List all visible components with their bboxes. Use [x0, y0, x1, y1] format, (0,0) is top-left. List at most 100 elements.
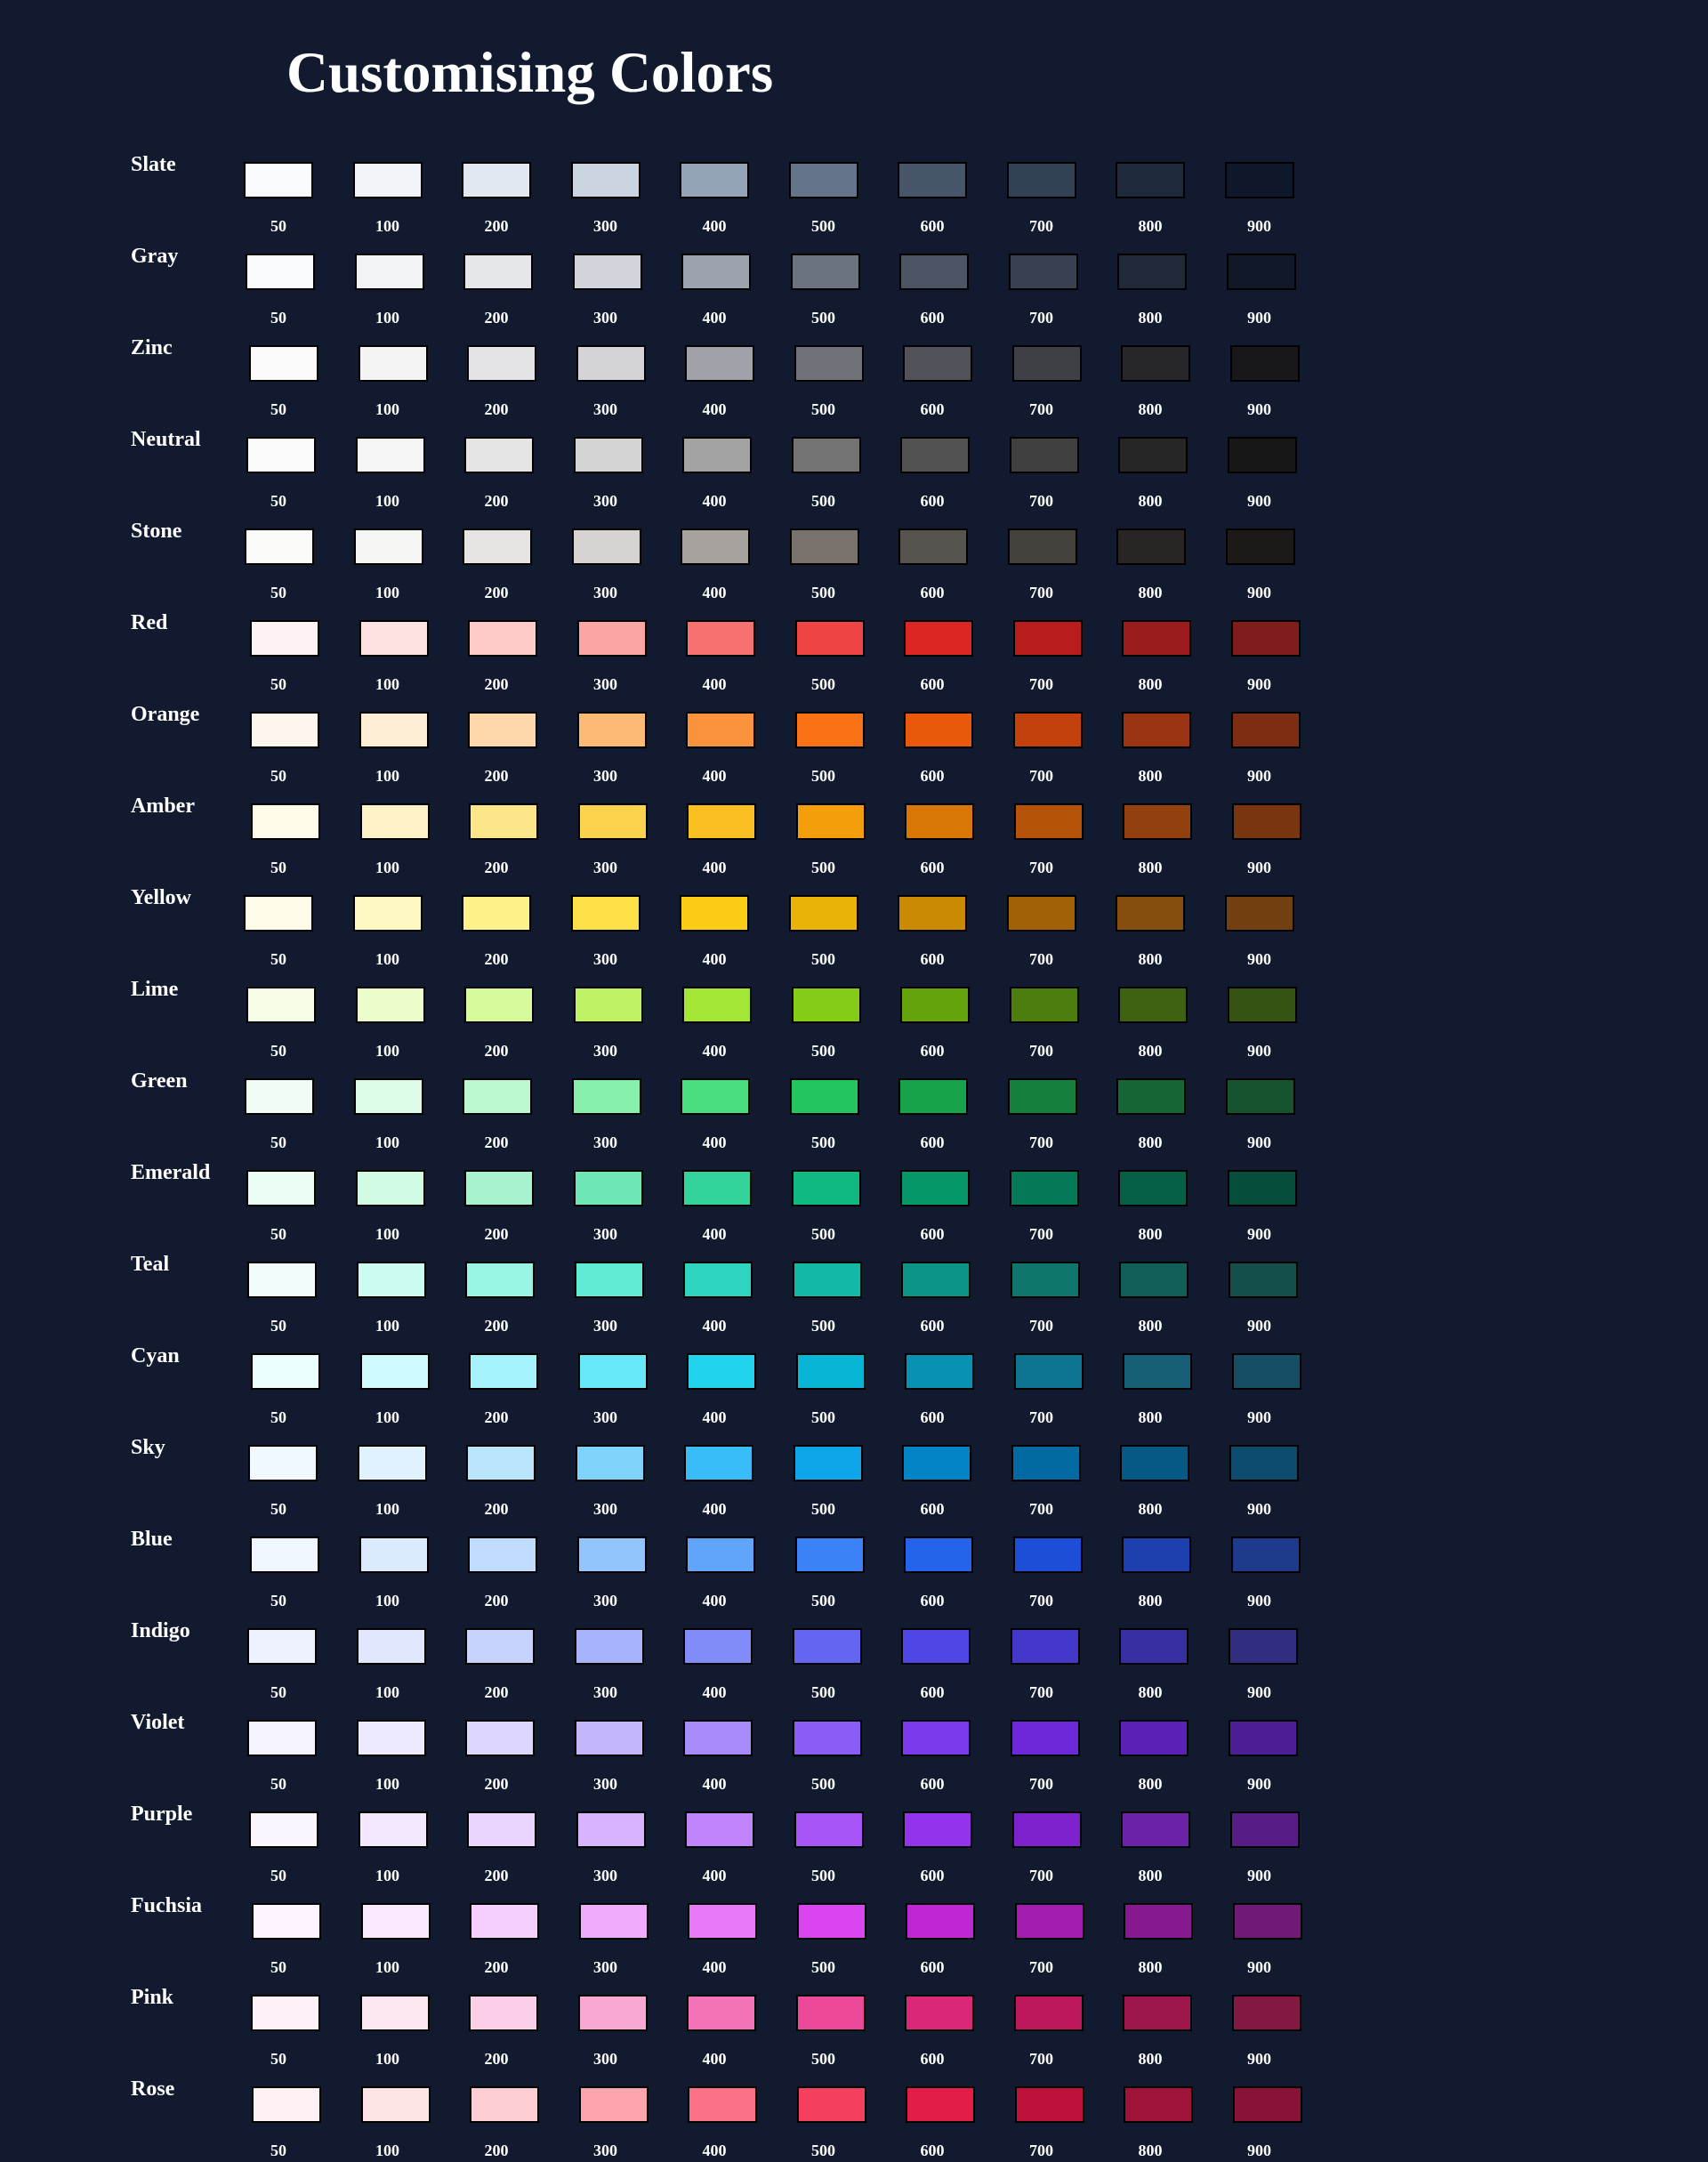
- color-swatch: [792, 1720, 862, 1756]
- shade-cell: 400: [681, 254, 751, 343]
- shade-cell: 900: [1230, 620, 1301, 709]
- palette-row-cyan: Cyan 50 100 200 300 400 500 600 700 800 900: [0, 1343, 1334, 1434]
- shade-label: 500: [811, 1958, 835, 1976]
- shade-label: 600: [920, 1133, 945, 1151]
- shade-cell: 200: [469, 1353, 538, 1442]
- palette-name: Sky: [131, 1436, 165, 1459]
- palette-name: Rose: [131, 2077, 175, 2101]
- color-swatch: [355, 437, 425, 473]
- shade-label: 700: [1029, 1683, 1053, 1701]
- shade-label: 100: [375, 584, 399, 601]
- shade-cell: 700: [1009, 1170, 1079, 1259]
- shade-label: 800: [1138, 1592, 1163, 1609]
- shade-cell: 300: [570, 895, 640, 984]
- shade-label: 200: [484, 492, 509, 510]
- shade-label: 200: [484, 1133, 509, 1151]
- palette-name: Emerald: [131, 1161, 211, 1184]
- shade-cell: 400: [682, 437, 752, 526]
- shade-label: 900: [1247, 1683, 1271, 1701]
- shade-label: 100: [375, 2050, 399, 2068]
- color-swatch: [252, 2086, 321, 2123]
- color-swatch: [249, 345, 318, 382]
- shade-cell: 900: [1224, 162, 1294, 251]
- shade-cell: 500: [794, 620, 865, 709]
- color-swatch: [1123, 1353, 1192, 1390]
- color-swatch: [246, 254, 315, 290]
- color-swatch: [1231, 803, 1301, 840]
- color-swatch: [901, 1720, 971, 1756]
- shade-cell: 200: [464, 987, 534, 1076]
- color-swatch: [681, 1078, 750, 1115]
- color-swatch: [1230, 712, 1301, 748]
- color-swatch: [899, 254, 969, 290]
- shade-label: 900: [1247, 400, 1271, 418]
- palette-row-yellow: Yellow 50 100 200 300 400 500 600 700 800 900: [0, 884, 1334, 976]
- shade-cell: 600: [898, 1078, 968, 1167]
- color-swatch: [250, 712, 319, 748]
- palette-row-lime: Lime 50 100 200 300 400 500 600 700 800 900: [0, 976, 1334, 1068]
- shade-cell: 500: [788, 895, 858, 984]
- color-swatch: [470, 1903, 539, 1940]
- shade-label: 100: [375, 767, 399, 785]
- color-swatch: [1013, 803, 1084, 840]
- shade-label: 600: [920, 1958, 945, 1976]
- color-swatch: [789, 528, 859, 565]
- shade-cell: 300: [576, 712, 647, 801]
- color-swatch: [1011, 1445, 1081, 1481]
- shade-label: 600: [920, 1317, 945, 1335]
- color-swatch: [251, 1995, 320, 2031]
- shade-cell: 800: [1116, 895, 1185, 984]
- color-swatch: [900, 987, 970, 1023]
- shade-cell: 100: [360, 2086, 431, 2162]
- shade-cell: 50: [247, 1262, 317, 1351]
- shade-label: 700: [1029, 1042, 1053, 1060]
- color-swatch: [571, 528, 641, 565]
- shade-cell: 500: [794, 1537, 865, 1626]
- color-swatch: [796, 2086, 866, 2123]
- palette-name: Orange: [131, 703, 200, 726]
- color-swatch: [680, 162, 749, 198]
- shade-label: 900: [1247, 492, 1271, 510]
- shade-label: 50: [270, 1683, 286, 1701]
- shade-cell: 200: [463, 254, 533, 343]
- color-swatch: [1228, 1262, 1298, 1298]
- shade-cell: 500: [794, 1811, 864, 1900]
- color-swatch: [465, 1628, 535, 1665]
- shade-label: 50: [270, 1225, 286, 1243]
- shade-label: 400: [702, 1225, 727, 1243]
- shade-label: 200: [484, 1225, 509, 1243]
- shade-label: 400: [702, 950, 727, 968]
- shade-label: 600: [920, 400, 945, 418]
- shade-cell: 800: [1124, 2086, 1193, 2162]
- shade-cell: 800: [1117, 254, 1187, 343]
- palette-name: Green: [131, 1069, 188, 1093]
- shade-cell: 100: [352, 895, 423, 984]
- shade-label: 400: [702, 584, 727, 601]
- color-swatch: [1229, 345, 1300, 382]
- color-swatch: [573, 987, 643, 1023]
- color-swatch: [359, 712, 429, 748]
- shade-cell: 500: [790, 254, 860, 343]
- color-swatch: [464, 437, 534, 473]
- shade-label: 800: [1138, 309, 1163, 327]
- color-swatch: [252, 1903, 321, 1940]
- color-swatch: [794, 712, 865, 748]
- shade-label: 200: [484, 1683, 509, 1701]
- color-swatch: [1228, 1628, 1298, 1665]
- shade-cell: 200: [464, 437, 534, 526]
- shade-cell: 900: [1231, 1995, 1301, 2084]
- palette-row-fuchsia: Fuchsia 50 100 200 300 400 500 600 700 800 900: [0, 1892, 1334, 1984]
- color-swatch: [905, 1353, 974, 1390]
- shade-label: 100: [375, 675, 399, 693]
- shade-cell: 50: [244, 162, 313, 251]
- shade-cell: 500: [792, 1720, 862, 1809]
- color-swatch: [359, 620, 429, 657]
- color-swatch: [578, 2086, 649, 2123]
- color-swatch: [469, 1353, 538, 1390]
- shade-label: 700: [1029, 400, 1053, 418]
- shade-label: 100: [375, 2142, 399, 2159]
- color-swatch: [1226, 254, 1296, 290]
- color-swatch: [464, 1170, 534, 1206]
- color-swatch: [1010, 1720, 1080, 1756]
- color-swatch: [355, 987, 425, 1023]
